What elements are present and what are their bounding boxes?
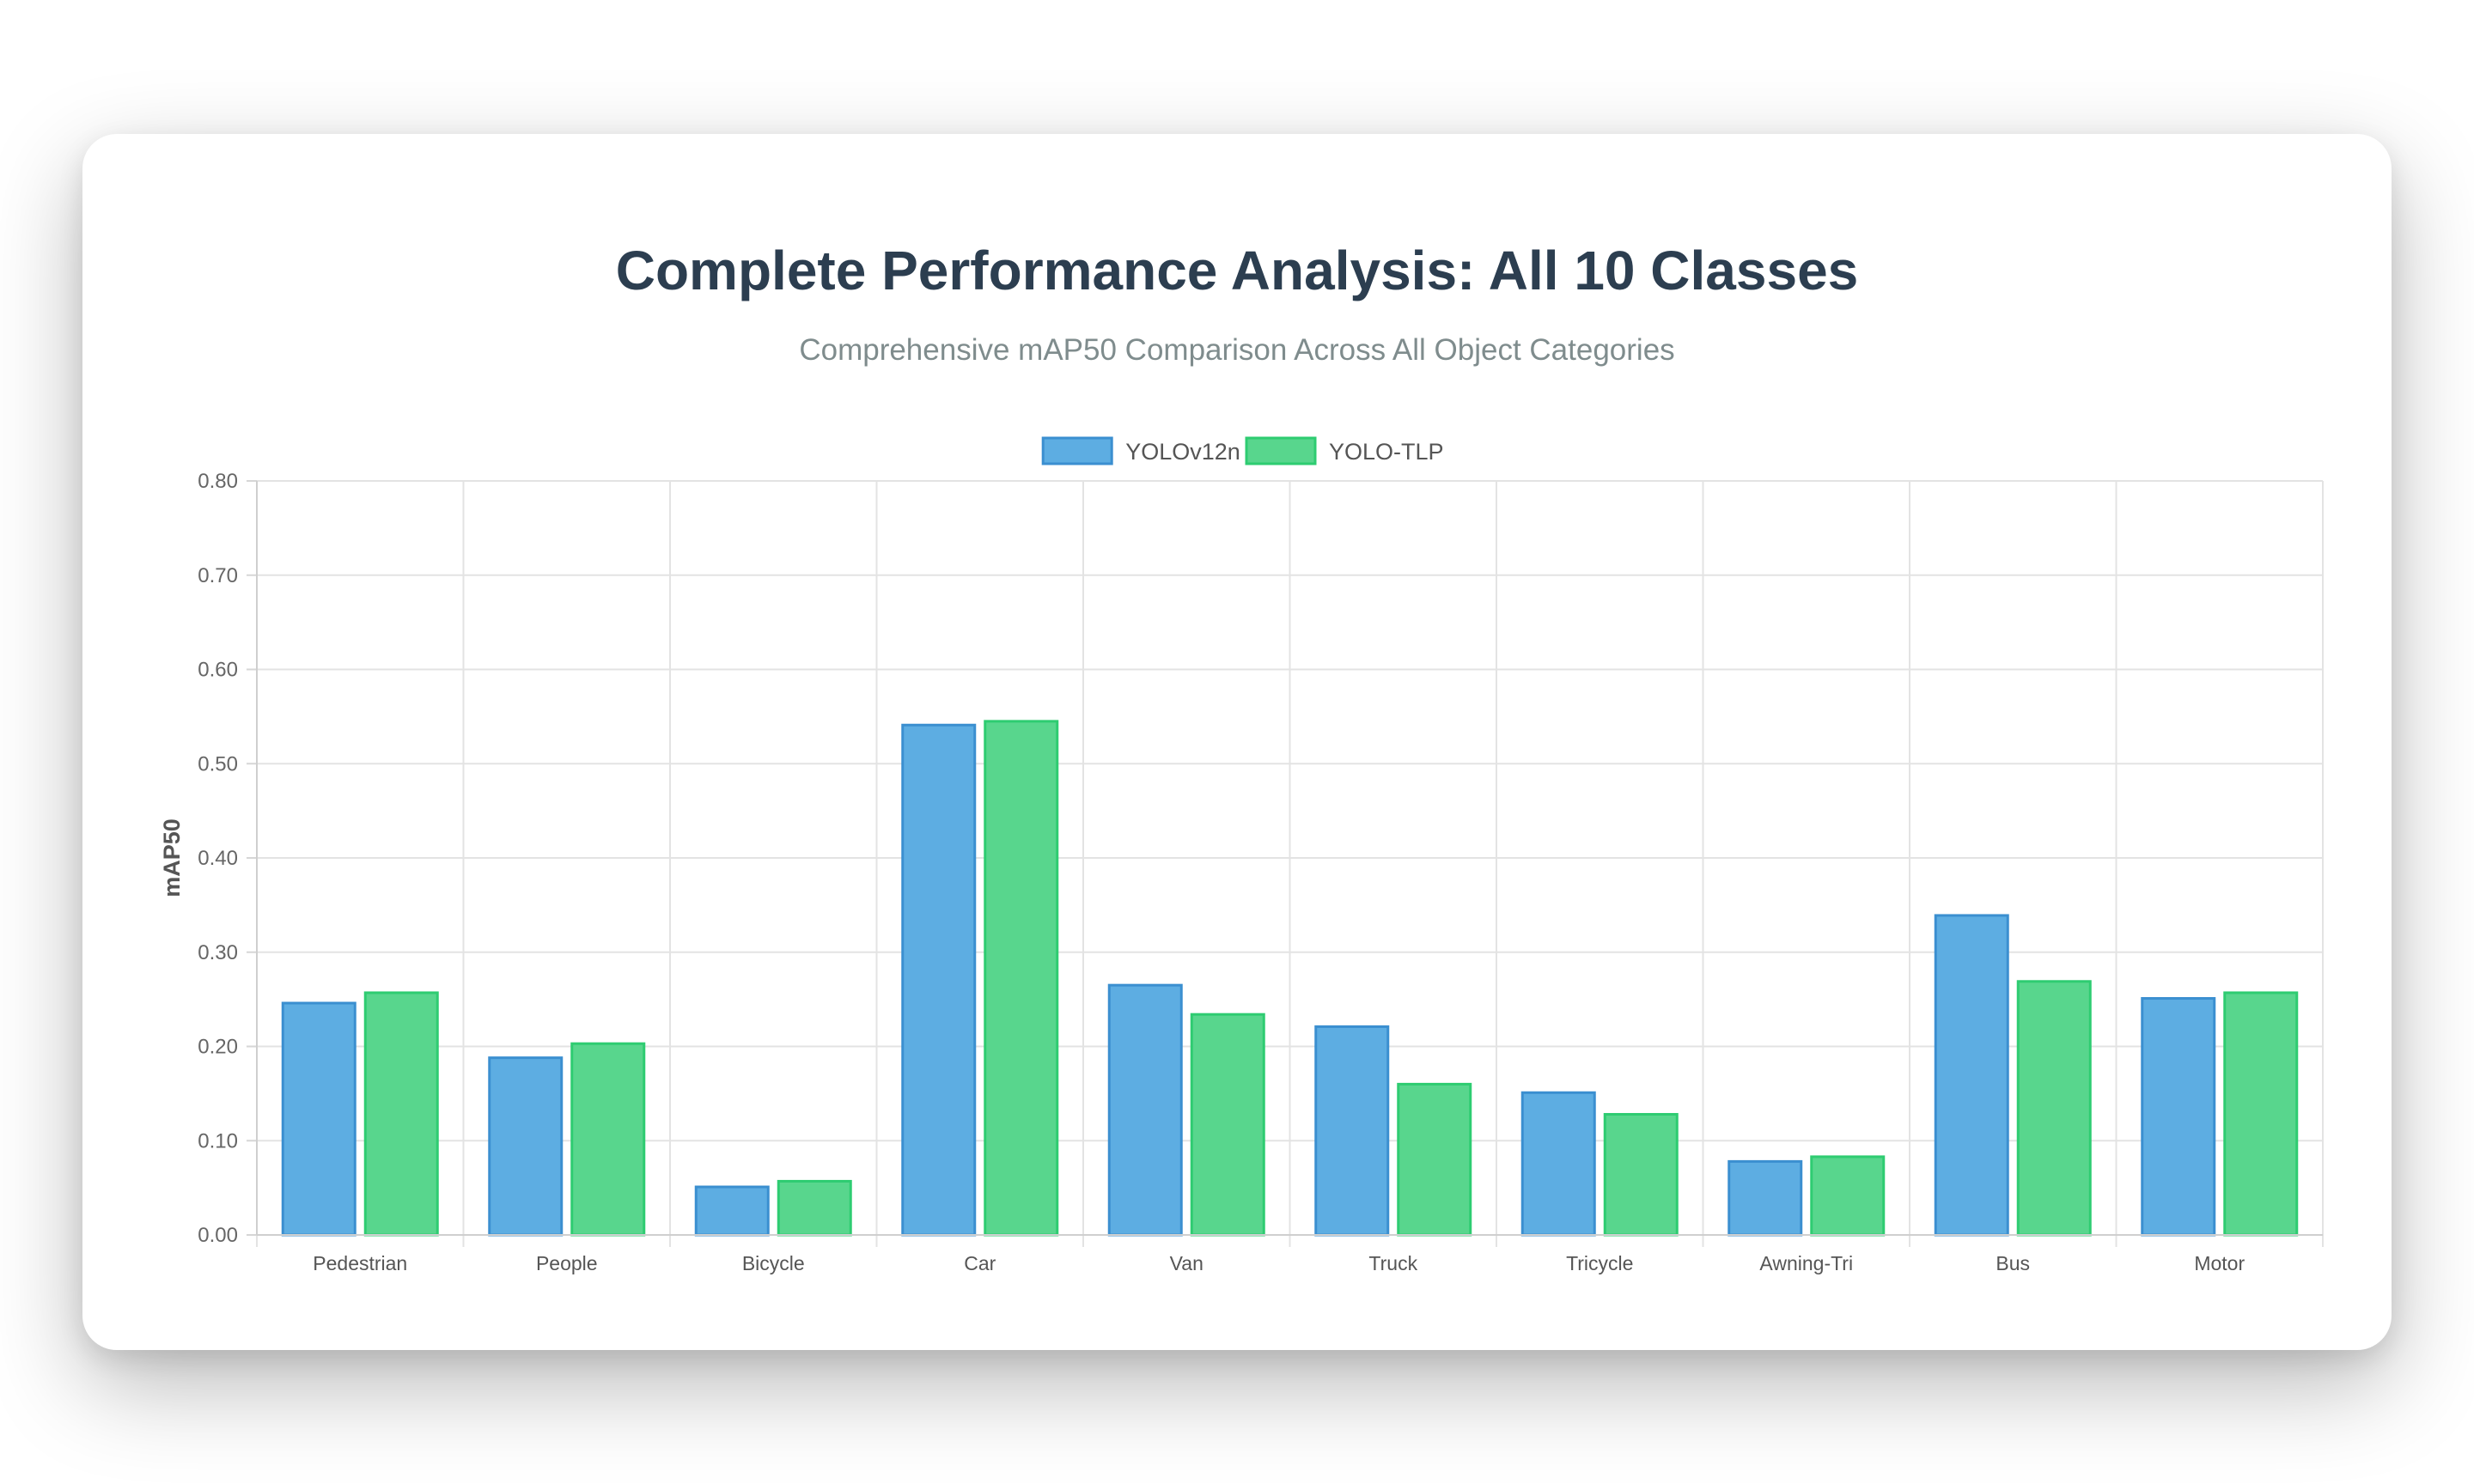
bar-yolov12n-awning-tri[interactable] — [1728, 1159, 1803, 1237]
bar-yolo-tlp-truck[interactable] — [1397, 1082, 1472, 1237]
bar-yolov12n-tricycle[interactable] — [1520, 1091, 1596, 1237]
y-tick-label: 0.50 — [198, 752, 238, 775]
x-tick-label: Van — [1170, 1252, 1203, 1274]
y-tick-label: 0.30 — [198, 941, 238, 964]
bar-yolo-tlp-motor[interactable] — [2223, 991, 2299, 1237]
x-tick-label: People — [536, 1252, 598, 1274]
bar-chart: 0.00 0.10 0.20 0.30 0.40 0.50 0.60 0.70 0.80 mAP5… — [159, 436, 2324, 1274]
x-tick-label: Truck — [1368, 1252, 1417, 1274]
y-tick-label: 0.40 — [198, 847, 238, 870]
x-tick-label: Tricycle — [1566, 1252, 1633, 1274]
x-tick-label: Motor — [2194, 1252, 2245, 1274]
y-tick-label: 0.20 — [198, 1036, 238, 1059]
bar-yolo-tlp-tricycle[interactable] — [1603, 1113, 1679, 1237]
y-tick-label: 0.80 — [198, 470, 238, 493]
legend-label[interactable]: YOLOv12n — [1125, 439, 1240, 465]
x-tick-label: Pedestrian — [313, 1252, 407, 1274]
y-tick-label: 0.00 — [198, 1224, 238, 1247]
bar-yolo-tlp-car[interactable] — [984, 720, 1059, 1237]
x-tick-label: Car — [964, 1252, 996, 1274]
x-tick-label: Awning-Tri — [1759, 1252, 1853, 1274]
legend-label[interactable]: YOLO-TLP — [1329, 439, 1444, 465]
grid-lines — [256, 480, 2324, 1247]
bar-yolov12n-car[interactable] — [901, 723, 977, 1237]
bar-yolov12n-van[interactable] — [1107, 983, 1183, 1237]
bar-yolov12n-truck[interactable] — [1314, 1025, 1390, 1237]
bar-yolo-tlp-people[interactable] — [570, 1042, 646, 1237]
x-tick-label: Bicycle — [742, 1252, 805, 1274]
y-tick-label: 0.60 — [198, 659, 238, 682]
legend-swatch[interactable] — [1041, 436, 1113, 465]
legend: YOLOv12n YOLO-TLP — [1041, 436, 1444, 465]
x-tick-label: Bus — [1996, 1252, 2030, 1274]
bar-yolov12n-people[interactable] — [488, 1056, 564, 1237]
y-tick-label: 0.70 — [198, 564, 238, 587]
bar-yolov12n-pedestrian[interactable] — [281, 1001, 356, 1237]
bar-yolo-tlp-bus[interactable] — [2016, 980, 2092, 1237]
y-axis-title: mAP50 — [159, 818, 185, 897]
bar-yolov12n-motor[interactable] — [2141, 997, 2216, 1237]
bar-yolov12n-bicycle[interactable] — [694, 1185, 770, 1237]
bar-yolo-tlp-van[interactable] — [1190, 1013, 1265, 1237]
bar-yolo-tlp-pedestrian[interactable] — [363, 991, 439, 1237]
y-tick-label: 0.10 — [198, 1129, 238, 1153]
bar-yolo-tlp-bicycle[interactable] — [777, 1179, 852, 1237]
bar-yolo-tlp-awning-tri[interactable] — [1810, 1155, 1886, 1237]
legend-swatch[interactable] — [1245, 436, 1317, 465]
bar-yolov12n-bus[interactable] — [1934, 914, 2009, 1237]
